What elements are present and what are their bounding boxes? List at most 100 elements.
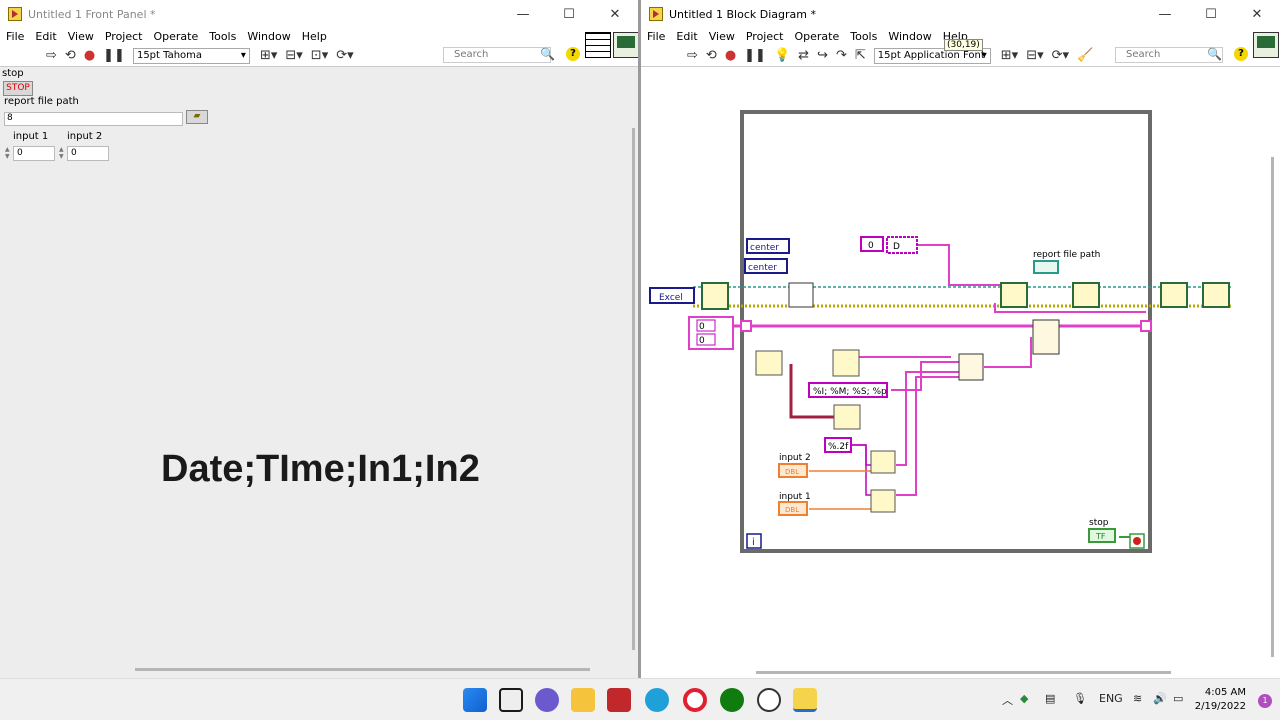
help-icon[interactable]: ? — [1234, 47, 1248, 61]
abort-icon[interactable]: ● — [725, 48, 736, 63]
reorder-icon[interactable]: ⟳▾ — [1052, 48, 1069, 63]
reorder-icon[interactable]: ⟳▾ — [336, 48, 353, 63]
system-clock[interactable]: 4:05 AM 2/19/2022 — [1195, 686, 1246, 714]
report-path-control[interactable] — [1033, 260, 1059, 274]
align-objects-icon[interactable]: ⊞▾ — [1001, 48, 1018, 63]
menu-project[interactable]: Project — [746, 30, 784, 43]
run-arrow-icon[interactable]: ⇨ — [687, 48, 698, 63]
front-panel-titlebar[interactable]: Untitled 1 Front Panel * — ☐ ✕ — [0, 0, 638, 28]
menu-project[interactable]: Project — [105, 30, 143, 43]
help-icon[interactable]: ? — [566, 47, 580, 61]
append-table-vi[interactable] — [1000, 282, 1028, 308]
edge-icon[interactable] — [645, 688, 669, 712]
input1-field[interactable]: 0 — [13, 146, 55, 161]
file-explorer-icon[interactable] — [571, 688, 595, 712]
menu-help[interactable]: Help — [302, 30, 327, 43]
close-icon[interactable]: ✕ — [592, 7, 638, 22]
menu-edit[interactable]: Edit — [676, 30, 697, 43]
input2-field[interactable]: 0 — [67, 146, 109, 161]
abort-icon[interactable]: ● — [84, 48, 95, 63]
report-generation-vi[interactable] — [1160, 282, 1188, 308]
set-alignment-vi[interactable] — [788, 282, 814, 308]
menu-tools[interactable]: Tools — [209, 30, 236, 43]
menu-operate[interactable]: Operate — [794, 30, 839, 43]
vi-icon[interactable] — [613, 32, 638, 58]
front-panel-window[interactable]: Untitled 1 Front Panel * — ☐ ✕ File Edit… — [0, 0, 639, 678]
concatenate-strings-node[interactable] — [958, 353, 984, 381]
language-indicator[interactable]: ENG — [1099, 692, 1123, 705]
menu-view[interactable]: View — [709, 30, 735, 43]
build-array-node[interactable] — [1032, 319, 1060, 355]
microphone-icon[interactable]: 🎙 — [1073, 692, 1087, 705]
maximize-icon[interactable]: ☐ — [1188, 7, 1234, 22]
start-icon[interactable] — [463, 688, 487, 712]
menu-tools[interactable]: Tools — [850, 30, 877, 43]
menu-window[interactable]: Window — [247, 30, 290, 43]
step-over-icon[interactable]: ↷ — [836, 48, 847, 63]
notification-badge[interactable]: 1 — [1258, 694, 1272, 708]
run-continuously-icon[interactable]: ⟲ — [706, 48, 717, 63]
format-into-string-1[interactable] — [870, 489, 896, 513]
search-icon[interactable]: 🔍 — [540, 47, 555, 61]
opera-icon[interactable] — [683, 688, 707, 712]
tray-chevron-icon[interactable]: ︿ — [1002, 692, 1013, 708]
minimize-icon[interactable]: — — [500, 7, 546, 22]
input2-spinner[interactable]: ▲ ▼ — [59, 146, 67, 161]
format-into-string-2[interactable] — [870, 450, 896, 474]
font-selector[interactable]: 15pt Tahoma — [132, 47, 250, 64]
pause-icon[interactable]: ❚❚ — [744, 48, 766, 63]
format-time-node[interactable] — [833, 404, 861, 430]
connector-pane-icon[interactable] — [585, 32, 611, 58]
retain-wire-values-icon[interactable]: ⇄ — [798, 48, 809, 63]
chat-icon[interactable] — [535, 688, 559, 712]
new-report-vi[interactable] — [701, 282, 729, 310]
menu-file[interactable]: File — [647, 30, 665, 43]
menu-view[interactable]: View — [68, 30, 94, 43]
browse-folder-button[interactable]: ▰ — [186, 110, 208, 124]
task-view-icon[interactable] — [499, 688, 523, 712]
pause-icon[interactable]: ❚❚ — [103, 48, 125, 63]
xbox-icon[interactable] — [720, 688, 744, 712]
stop-button[interactable]: STOP — [3, 81, 33, 96]
horizontal-scrollbar[interactable] — [756, 671, 1171, 674]
vertical-scrollbar[interactable] — [632, 128, 635, 650]
distribute-objects-icon[interactable]: ⊟▾ — [1026, 48, 1043, 63]
menu-operate[interactable]: Operate — [153, 30, 198, 43]
d-constant[interactable] — [886, 236, 918, 254]
step-out-icon[interactable]: ⇱ — [855, 48, 866, 63]
input1-spinner[interactable]: ▲ ▼ — [5, 146, 13, 161]
step-into-icon[interactable]: ↪ — [817, 48, 828, 63]
battery-icon[interactable]: ▭ — [1173, 692, 1183, 705]
report-file-path-input[interactable]: 8 — [4, 112, 183, 126]
wifi-icon[interactable]: ≋ — [1133, 692, 1142, 705]
shift-register-left[interactable] — [740, 320, 752, 332]
minimize-icon[interactable]: — — [1142, 7, 1188, 22]
labview-taskbar-icon[interactable] — [793, 688, 817, 712]
menu-window[interactable]: Window — [888, 30, 931, 43]
shift-register-right[interactable] — [1140, 320, 1152, 332]
block-diagram-titlebar[interactable]: Untitled 1 Block Diagram * — ☐ ✕ — [641, 0, 1280, 28]
app-red-icon[interactable] — [607, 688, 631, 712]
menu-file[interactable]: File — [6, 30, 24, 43]
close-icon[interactable]: ✕ — [1234, 7, 1280, 22]
menu-edit[interactable]: Edit — [35, 30, 56, 43]
while-loop-structure[interactable] — [740, 110, 1152, 553]
distribute-objects-icon[interactable]: ⊟▾ — [285, 48, 302, 63]
maximize-icon[interactable]: ☐ — [546, 7, 592, 22]
resize-objects-icon[interactable]: ⊡▾ — [311, 48, 328, 63]
tray-misc-icon[interactable]: ▤ — [1045, 692, 1055, 705]
vertical-scrollbar[interactable] — [1271, 157, 1274, 657]
run-arrow-icon[interactable]: ⇨ — [46, 48, 57, 63]
run-continuously-icon[interactable]: ⟲ — [65, 48, 76, 63]
dispose-report-vi[interactable] — [1202, 282, 1230, 308]
highlight-execution-icon[interactable]: 💡 — [774, 48, 790, 63]
clean-up-diagram-icon[interactable]: 🧹 — [1077, 48, 1093, 63]
github-icon[interactable] — [757, 688, 781, 712]
vi-icon[interactable] — [1253, 32, 1279, 58]
horizontal-scrollbar[interactable] — [135, 668, 590, 671]
get-date-time-node[interactable] — [755, 350, 783, 376]
speaker-icon[interactable]: 🔊 — [1153, 692, 1167, 705]
format-date-node[interactable] — [832, 349, 860, 377]
search-icon[interactable]: 🔍 — [1207, 47, 1222, 61]
network-tray-icon[interactable]: ◆ — [1020, 692, 1028, 705]
